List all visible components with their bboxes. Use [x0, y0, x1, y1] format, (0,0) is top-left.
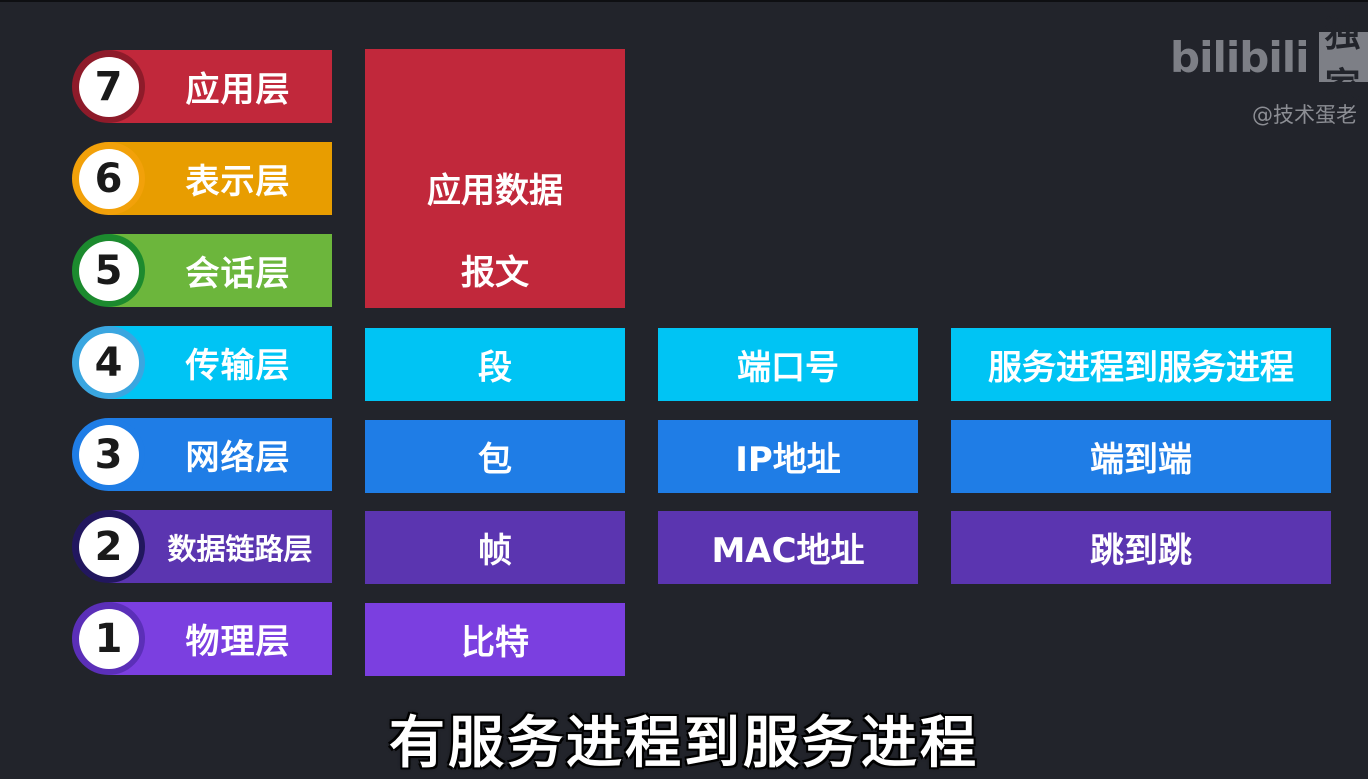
- application-data-label: 应用数据: [427, 171, 563, 211]
- bilibili-logo: bilibili: [1170, 32, 1310, 82]
- layer-label: 传输层: [185, 346, 291, 386]
- unit-segment: 段: [365, 328, 625, 401]
- author-handle: @技术蛋老: [1252, 103, 1357, 127]
- layer-2: 2 数据链路层: [72, 510, 332, 583]
- layer-label: 会话层: [185, 254, 291, 294]
- layer-7: 7 应用层: [72, 50, 332, 123]
- scope-hop-to-hop: 跳到跳: [951, 511, 1331, 584]
- exclusive-tag: 独家: [1318, 14, 1368, 107]
- scope-process-to-process: 服务进程到服务进程: [951, 328, 1331, 401]
- layer-label: 网络层: [185, 438, 291, 478]
- unit-packet: 包: [365, 420, 625, 493]
- layer-label: 数据链路层: [167, 531, 313, 566]
- scope-end-to-end: 端到端: [951, 420, 1331, 493]
- bilibili-watermark: bilibili 独家: [1170, 14, 1368, 107]
- layer-label: 应用层: [185, 70, 291, 110]
- layer-6: 6 表示层: [72, 142, 332, 215]
- layer-5: 5 会话层: [72, 234, 332, 307]
- layer-number-badge: 5: [72, 234, 145, 307]
- layer-number-badge: 1: [72, 602, 145, 675]
- layer-number-badge: 7: [72, 50, 145, 123]
- unit-frame: 帧: [365, 511, 625, 584]
- address-port: 端口号: [658, 328, 918, 401]
- layer-3: 3 网络层: [72, 418, 332, 491]
- layer-number-badge: 6: [72, 142, 145, 215]
- layer-label: 物理层: [185, 622, 291, 662]
- layer-number-badge: 3: [72, 418, 145, 491]
- application-data-box: 应用数据 报文: [365, 49, 625, 308]
- layer-1: 1 物理层: [72, 602, 332, 675]
- message-label: 报文: [461, 253, 529, 293]
- top-border: [0, 0, 1368, 2]
- address-mac: MAC地址: [658, 511, 918, 584]
- unit-bit: 比特: [365, 603, 625, 676]
- layer-number-badge: 4: [72, 326, 145, 399]
- address-ip: IP地址: [658, 420, 918, 493]
- layer-number-badge: 2: [72, 510, 145, 583]
- layer-4: 4 传输层: [72, 326, 332, 399]
- video-subtitle: 有服务进程到服务进程: [389, 711, 979, 776]
- layer-label: 表示层: [185, 162, 291, 202]
